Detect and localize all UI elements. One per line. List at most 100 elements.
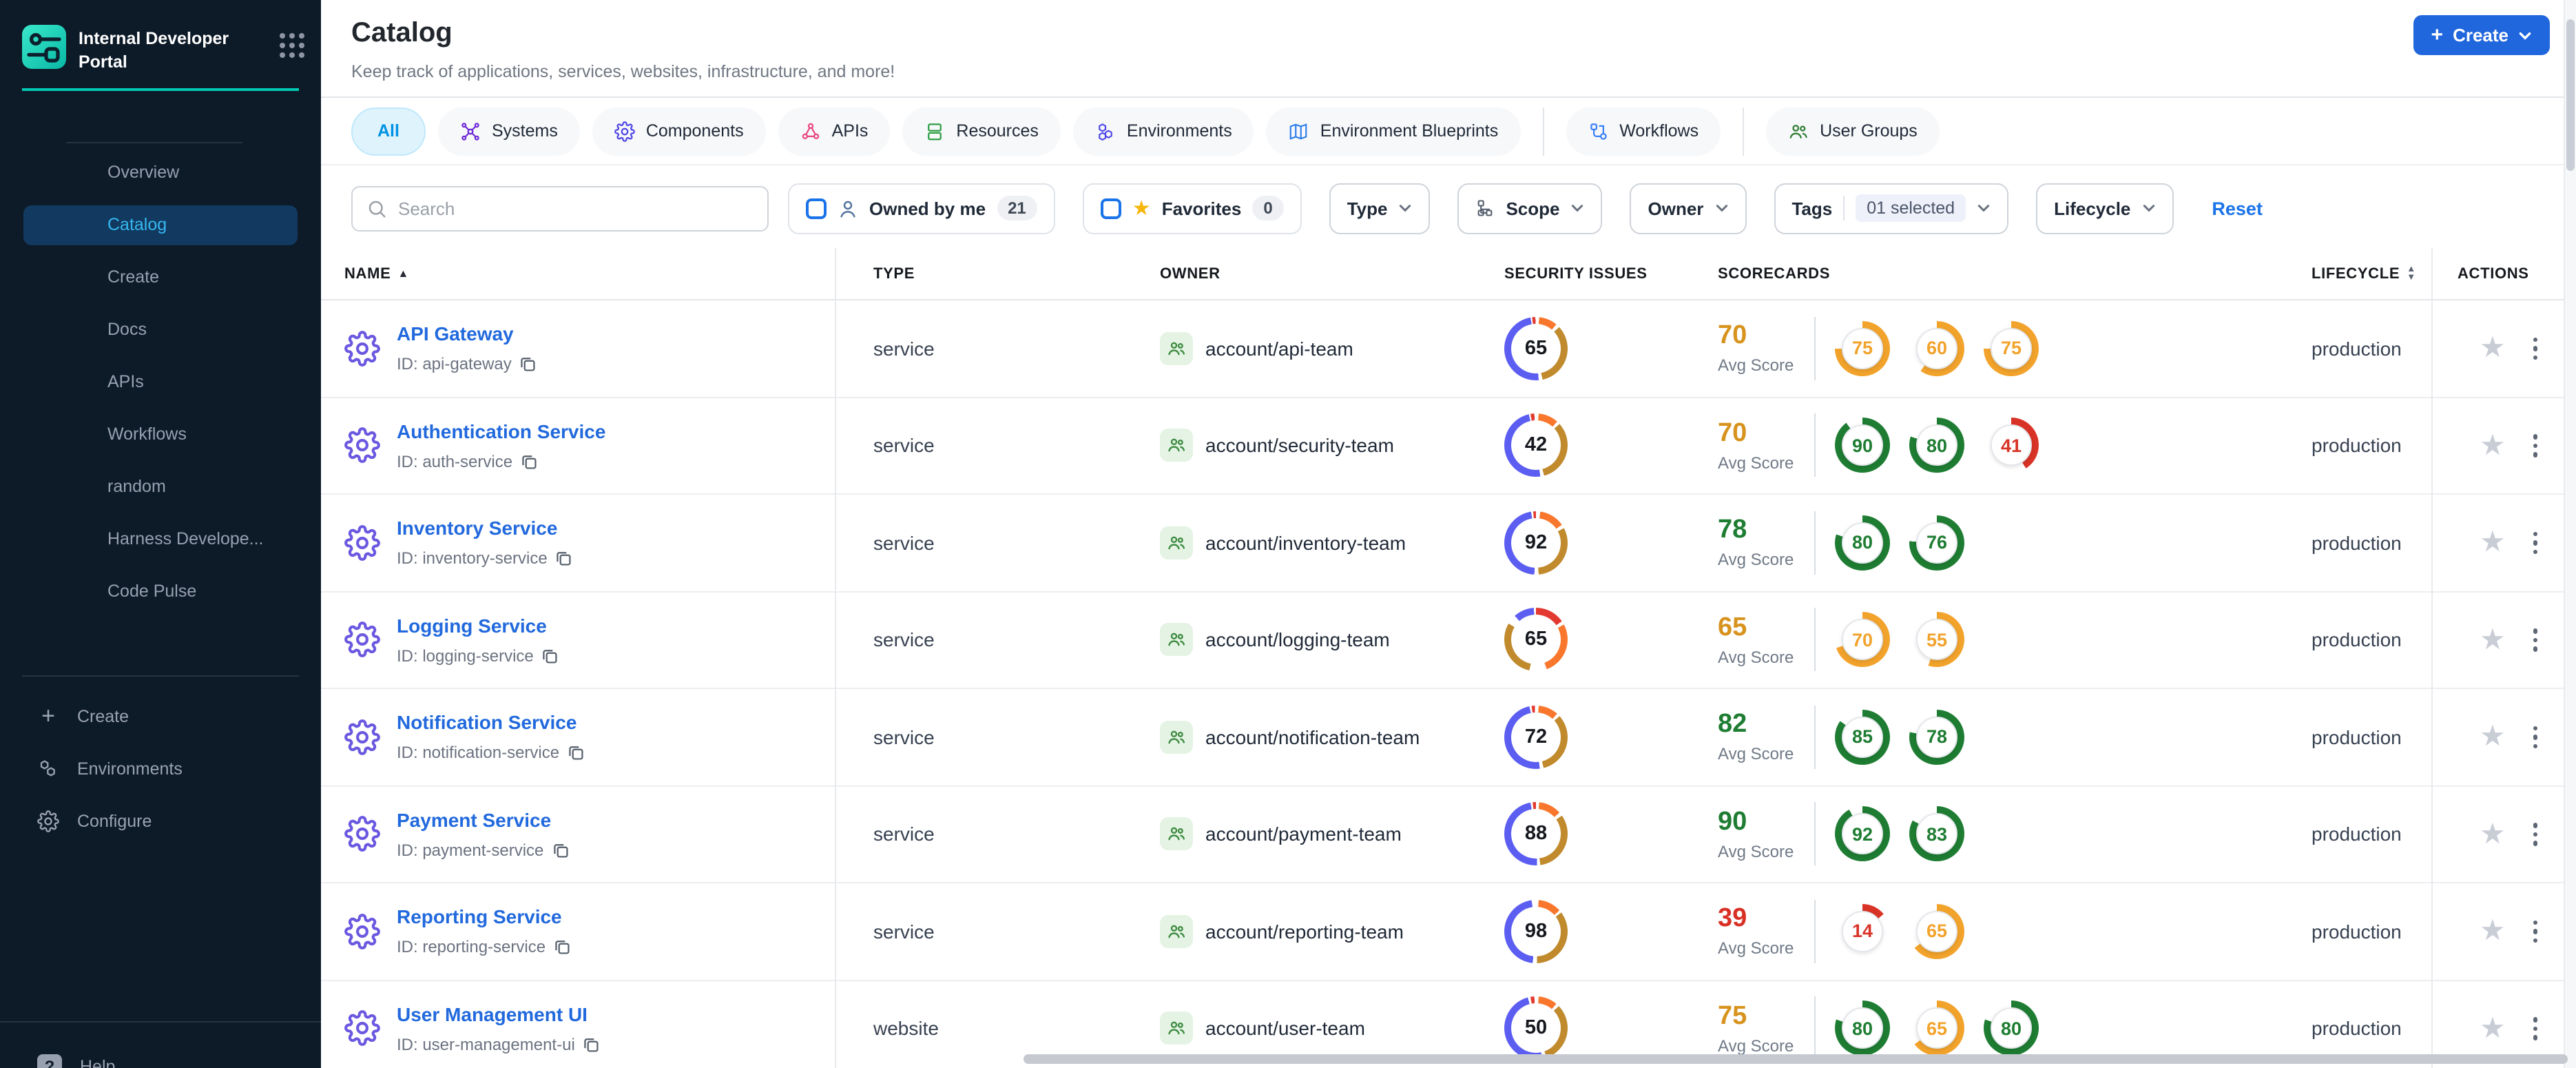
reset-filters-link[interactable]: Reset	[2212, 198, 2263, 218]
resources-icon	[924, 121, 945, 141]
scorecard-rings: 80 65 80	[1835, 1000, 2039, 1056]
app-logo-icon[interactable]	[22, 25, 66, 69]
name-cell: Authentication Service ID: auth-service	[321, 420, 835, 471]
sidebar-item-environments[interactable]: Environments	[0, 743, 321, 795]
filter-dropdown-type[interactable]: Type	[1329, 183, 1431, 234]
sidebar-item-create[interactable]: Create	[23, 251, 298, 303]
copy-icon[interactable]	[521, 453, 537, 470]
scorecard-value: 80	[1842, 522, 1883, 564]
sidebar-item-catalog[interactable]: Catalog	[23, 205, 298, 245]
tab-user-groups[interactable]: User Groups	[1766, 107, 1940, 155]
tab-apis[interactable]: APIs	[778, 107, 891, 155]
entity-name-link[interactable]: API Gateway	[397, 323, 514, 345]
scorecards-cell: 78 Avg Score 80 76	[1704, 511, 2251, 575]
sidebar-nav: Overview Catalog Create Docs APIs Workfl…	[0, 146, 321, 617]
scorecard-ring: 90	[1835, 418, 1890, 473]
type-cell: service	[873, 531, 935, 554]
sidebar-item-overview[interactable]: Overview	[23, 146, 298, 198]
favorite-star-icon[interactable]: ★	[2480, 626, 2506, 655]
security-issues-value: 92	[1511, 517, 1561, 568]
kebab-menu-icon[interactable]	[2529, 1013, 2542, 1044]
column-header-name[interactable]: NAME ▲	[321, 265, 835, 282]
favorite-star-icon[interactable]: ★	[2480, 820, 2506, 849]
kebab-menu-icon[interactable]	[2529, 624, 2542, 655]
entity-name-link[interactable]: Authentication Service	[397, 420, 605, 442]
filter-dropdown-owner[interactable]: Owner	[1630, 183, 1747, 234]
filter-dropdown-tags[interactable]: Tags 01 selected	[1774, 183, 2009, 234]
kebab-menu-icon[interactable]	[2529, 721, 2542, 752]
tab-environment-blueprints[interactable]: Environment Blueprints	[1266, 107, 1521, 155]
entity-name-link[interactable]: Logging Service	[397, 615, 547, 637]
tab-components[interactable]: Components	[592, 107, 766, 155]
tab-all[interactable]: All	[351, 107, 426, 155]
copy-icon[interactable]	[554, 939, 570, 956]
entity-name-link[interactable]: Reporting Service	[397, 906, 562, 928]
owned-by-me-checkbox[interactable]	[806, 198, 827, 218]
sort-asc-icon: ▲	[397, 267, 409, 279]
security-issues-donut: 50	[1504, 996, 1568, 1060]
tab-systems[interactable]: Systems	[437, 107, 580, 155]
favorite-star-icon[interactable]: ★	[2480, 917, 2506, 946]
tab-workflows[interactable]: Workflows	[1566, 107, 1721, 155]
security-issues-value: 98	[1511, 906, 1561, 956]
sidebar-item-workflows[interactable]: Workflows	[23, 408, 298, 460]
copy-icon[interactable]	[542, 648, 559, 664]
sidebar-item-docs[interactable]: Docs	[23, 303, 298, 356]
copy-icon[interactable]	[552, 842, 568, 859]
favorites-checkbox[interactable]	[1100, 198, 1121, 218]
favorite-star-icon[interactable]: ★	[2480, 723, 2506, 752]
sidebar-item-create[interactable]: + Create	[0, 690, 321, 743]
dropdown-separator	[1843, 196, 1845, 220]
copy-icon[interactable]	[556, 551, 572, 567]
favorite-star-icon[interactable]: ★	[2480, 1014, 2506, 1043]
copy-icon[interactable]	[568, 745, 584, 761]
tab-resources[interactable]: Resources	[902, 107, 1061, 155]
dropdown-label: Owner	[1648, 198, 1704, 218]
horizontal-scrollbar-thumb[interactable]	[1024, 1054, 2568, 1064]
tab-group-divider	[1743, 107, 1745, 155]
favorites-filter[interactable]: ★ Favorites 0	[1082, 183, 1302, 234]
sidebar-item-harness-develope-[interactable]: Harness Develope...	[23, 513, 298, 565]
kebab-menu-icon[interactable]	[2529, 430, 2542, 461]
tab-environments[interactable]: Environments	[1072, 107, 1254, 155]
kebab-menu-icon[interactable]	[2529, 819, 2542, 850]
scorecard-ring: 83	[1909, 806, 1964, 862]
column-header-lifecycle[interactable]: LIFECYCLE ▲ ▼	[2251, 265, 2431, 282]
sidebar-item-configure[interactable]: Configure	[0, 795, 321, 848]
sidebar-item-apis[interactable]: APIs	[23, 356, 298, 408]
column-divider	[835, 248, 836, 1068]
module-switcher-icon[interactable]	[280, 33, 304, 58]
avg-score-label: Avg Score	[1718, 938, 1794, 958]
page-title: Catalog	[351, 18, 453, 48]
filter-dropdown-scope[interactable]: Scope	[1457, 183, 1603, 234]
service-gear-icon	[344, 719, 380, 755]
entity-name-link[interactable]: Payment Service	[397, 809, 551, 831]
sidebar-item-code-pulse[interactable]: Code Pulse	[23, 565, 298, 617]
kebab-menu-icon[interactable]	[2529, 527, 2542, 558]
entity-name-link[interactable]: User Management UI	[397, 1003, 588, 1025]
search-input[interactable]	[398, 198, 754, 218]
favorite-star-icon[interactable]: ★	[2480, 334, 2506, 363]
filter-dropdown-lifecycle[interactable]: Lifecycle	[2036, 183, 2174, 234]
entity-id: ID: reporting-service	[397, 938, 570, 957]
table-row: Payment Service ID: payment-service serv…	[321, 786, 2576, 883]
entity-name-link[interactable]: Notification Service	[397, 712, 577, 734]
favorite-star-icon[interactable]: ★	[2480, 431, 2506, 460]
page-subtitle: Keep track of applications, services, we…	[351, 62, 895, 81]
sidebar-item-random[interactable]: random	[23, 460, 298, 513]
user-group-icon	[1160, 1011, 1193, 1045]
sidebar-item-help[interactable]: ? Help	[37, 1054, 115, 1068]
copy-icon[interactable]	[583, 1036, 600, 1053]
scorecard-ring: 75	[1984, 320, 2039, 376]
favorite-star-icon[interactable]: ★	[2480, 528, 2506, 557]
kebab-menu-icon[interactable]	[2529, 333, 2542, 364]
kebab-menu-icon[interactable]	[2529, 916, 2542, 947]
lifecycle-cell: production	[2312, 726, 2402, 748]
entity-name-link[interactable]: Inventory Service	[397, 517, 557, 540]
help-icon: ?	[37, 1054, 62, 1068]
owned-by-me-filter[interactable]: Owned by me 21	[788, 183, 1055, 234]
copy-icon[interactable]	[520, 356, 537, 373]
vertical-scrollbar-thumb[interactable]	[2566, 19, 2574, 171]
vertical-scrollbar-track[interactable]	[2564, 0, 2576, 1068]
create-button[interactable]: + Create	[2413, 15, 2550, 55]
